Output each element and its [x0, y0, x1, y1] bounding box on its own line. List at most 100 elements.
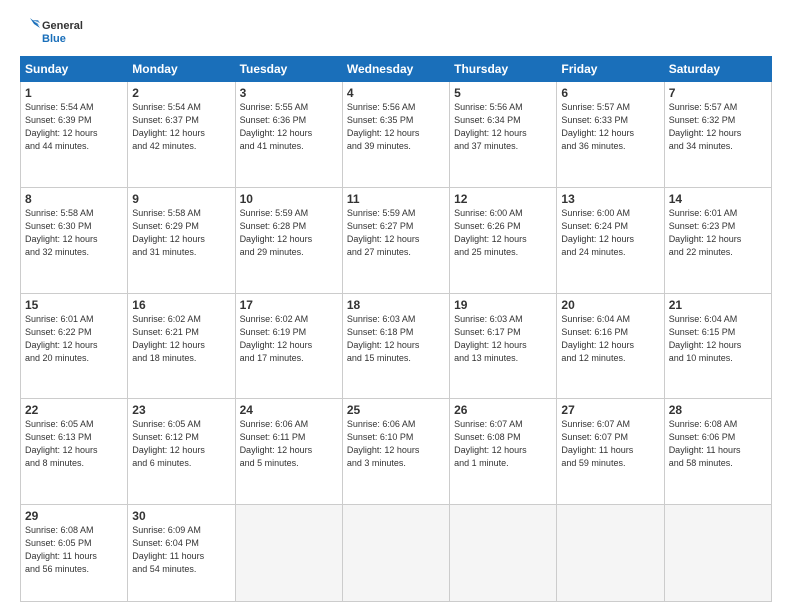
day-info: Sunrise: 5:58 AM Sunset: 6:30 PM Dayligh… — [25, 207, 123, 259]
logo: General Blue — [20, 18, 83, 48]
day-number: 2 — [132, 86, 230, 100]
day-info: Sunrise: 5:58 AM Sunset: 6:29 PM Dayligh… — [132, 207, 230, 259]
calendar-cell: 10Sunrise: 5:59 AM Sunset: 6:28 PM Dayli… — [235, 187, 342, 293]
day-info: Sunrise: 6:06 AM Sunset: 6:10 PM Dayligh… — [347, 418, 445, 470]
calendar-cell: 1Sunrise: 5:54 AM Sunset: 6:39 PM Daylig… — [21, 82, 128, 188]
day-info: Sunrise: 6:05 AM Sunset: 6:12 PM Dayligh… — [132, 418, 230, 470]
calendar-cell: 20Sunrise: 6:04 AM Sunset: 6:16 PM Dayli… — [557, 293, 664, 399]
day-info: Sunrise: 6:07 AM Sunset: 6:07 PM Dayligh… — [561, 418, 659, 470]
day-number: 12 — [454, 192, 552, 206]
calendar-cell — [557, 505, 664, 602]
day-info: Sunrise: 5:54 AM Sunset: 6:39 PM Dayligh… — [25, 101, 123, 153]
logo-text: General Blue — [42, 20, 83, 45]
day-number: 11 — [347, 192, 445, 206]
day-number: 6 — [561, 86, 659, 100]
calendar-cell: 27Sunrise: 6:07 AM Sunset: 6:07 PM Dayli… — [557, 399, 664, 505]
calendar-cell: 7Sunrise: 5:57 AM Sunset: 6:32 PM Daylig… — [664, 82, 771, 188]
calendar-cell: 2Sunrise: 5:54 AM Sunset: 6:37 PM Daylig… — [128, 82, 235, 188]
logo-general: General — [42, 20, 83, 33]
calendar-cell: 24Sunrise: 6:06 AM Sunset: 6:11 PM Dayli… — [235, 399, 342, 505]
day-number: 16 — [132, 298, 230, 312]
day-number: 30 — [132, 509, 230, 523]
day-info: Sunrise: 6:07 AM Sunset: 6:08 PM Dayligh… — [454, 418, 552, 470]
day-info: Sunrise: 5:54 AM Sunset: 6:37 PM Dayligh… — [132, 101, 230, 153]
calendar-cell: 9Sunrise: 5:58 AM Sunset: 6:29 PM Daylig… — [128, 187, 235, 293]
day-number: 10 — [240, 192, 338, 206]
weekday-wednesday: Wednesday — [342, 57, 449, 82]
day-number: 24 — [240, 403, 338, 417]
day-info: Sunrise: 6:02 AM Sunset: 6:19 PM Dayligh… — [240, 313, 338, 365]
weekday-header-row: SundayMondayTuesdayWednesdayThursdayFrid… — [21, 57, 772, 82]
logo-shape-icon — [20, 18, 40, 48]
calendar-cell — [450, 505, 557, 602]
day-info: Sunrise: 6:01 AM Sunset: 6:23 PM Dayligh… — [669, 207, 767, 259]
day-info: Sunrise: 5:59 AM Sunset: 6:28 PM Dayligh… — [240, 207, 338, 259]
calendar-cell: 14Sunrise: 6:01 AM Sunset: 6:23 PM Dayli… — [664, 187, 771, 293]
day-number: 22 — [25, 403, 123, 417]
day-info: Sunrise: 6:04 AM Sunset: 6:15 PM Dayligh… — [669, 313, 767, 365]
calendar-row-5: 29Sunrise: 6:08 AM Sunset: 6:05 PM Dayli… — [21, 505, 772, 602]
day-info: Sunrise: 6:04 AM Sunset: 6:16 PM Dayligh… — [561, 313, 659, 365]
day-info: Sunrise: 5:56 AM Sunset: 6:34 PM Dayligh… — [454, 101, 552, 153]
day-number: 20 — [561, 298, 659, 312]
logo-container: General Blue — [20, 18, 83, 48]
day-number: 4 — [347, 86, 445, 100]
day-number: 29 — [25, 509, 123, 523]
day-number: 9 — [132, 192, 230, 206]
calendar-cell: 12Sunrise: 6:00 AM Sunset: 6:26 PM Dayli… — [450, 187, 557, 293]
weekday-sunday: Sunday — [21, 57, 128, 82]
day-info: Sunrise: 6:05 AM Sunset: 6:13 PM Dayligh… — [25, 418, 123, 470]
day-info: Sunrise: 6:00 AM Sunset: 6:26 PM Dayligh… — [454, 207, 552, 259]
calendar-cell: 8Sunrise: 5:58 AM Sunset: 6:30 PM Daylig… — [21, 187, 128, 293]
calendar-cell: 4Sunrise: 5:56 AM Sunset: 6:35 PM Daylig… — [342, 82, 449, 188]
day-number: 7 — [669, 86, 767, 100]
day-number: 25 — [347, 403, 445, 417]
calendar-cell: 30Sunrise: 6:09 AM Sunset: 6:04 PM Dayli… — [128, 505, 235, 602]
day-info: Sunrise: 5:59 AM Sunset: 6:27 PM Dayligh… — [347, 207, 445, 259]
day-number: 14 — [669, 192, 767, 206]
day-info: Sunrise: 5:56 AM Sunset: 6:35 PM Dayligh… — [347, 101, 445, 153]
day-number: 3 — [240, 86, 338, 100]
calendar-row-3: 15Sunrise: 6:01 AM Sunset: 6:22 PM Dayli… — [21, 293, 772, 399]
calendar-cell: 18Sunrise: 6:03 AM Sunset: 6:18 PM Dayli… — [342, 293, 449, 399]
calendar-cell: 6Sunrise: 5:57 AM Sunset: 6:33 PM Daylig… — [557, 82, 664, 188]
calendar-cell — [664, 505, 771, 602]
day-number: 5 — [454, 86, 552, 100]
calendar-cell: 5Sunrise: 5:56 AM Sunset: 6:34 PM Daylig… — [450, 82, 557, 188]
calendar-cell — [235, 505, 342, 602]
day-info: Sunrise: 6:03 AM Sunset: 6:17 PM Dayligh… — [454, 313, 552, 365]
page: General Blue SundayMondayTuesdayWednesda… — [0, 0, 792, 612]
calendar-cell: 17Sunrise: 6:02 AM Sunset: 6:19 PM Dayli… — [235, 293, 342, 399]
calendar-row-2: 8Sunrise: 5:58 AM Sunset: 6:30 PM Daylig… — [21, 187, 772, 293]
calendar-cell: 28Sunrise: 6:08 AM Sunset: 6:06 PM Dayli… — [664, 399, 771, 505]
weekday-thursday: Thursday — [450, 57, 557, 82]
day-number: 19 — [454, 298, 552, 312]
day-number: 8 — [25, 192, 123, 206]
weekday-friday: Friday — [557, 57, 664, 82]
calendar-table: SundayMondayTuesdayWednesdayThursdayFrid… — [20, 56, 772, 602]
day-number: 28 — [669, 403, 767, 417]
day-info: Sunrise: 6:00 AM Sunset: 6:24 PM Dayligh… — [561, 207, 659, 259]
day-info: Sunrise: 6:03 AM Sunset: 6:18 PM Dayligh… — [347, 313, 445, 365]
day-number: 15 — [25, 298, 123, 312]
day-info: Sunrise: 5:57 AM Sunset: 6:33 PM Dayligh… — [561, 101, 659, 153]
calendar-cell: 13Sunrise: 6:00 AM Sunset: 6:24 PM Dayli… — [557, 187, 664, 293]
calendar-cell: 3Sunrise: 5:55 AM Sunset: 6:36 PM Daylig… — [235, 82, 342, 188]
day-number: 27 — [561, 403, 659, 417]
calendar-cell: 11Sunrise: 5:59 AM Sunset: 6:27 PM Dayli… — [342, 187, 449, 293]
day-info: Sunrise: 6:08 AM Sunset: 6:06 PM Dayligh… — [669, 418, 767, 470]
calendar-cell: 22Sunrise: 6:05 AM Sunset: 6:13 PM Dayli… — [21, 399, 128, 505]
day-number: 26 — [454, 403, 552, 417]
day-info: Sunrise: 5:57 AM Sunset: 6:32 PM Dayligh… — [669, 101, 767, 153]
calendar-cell — [342, 505, 449, 602]
logo-blue: Blue — [42, 33, 83, 46]
day-info: Sunrise: 6:02 AM Sunset: 6:21 PM Dayligh… — [132, 313, 230, 365]
day-info: Sunrise: 6:06 AM Sunset: 6:11 PM Dayligh… — [240, 418, 338, 470]
weekday-tuesday: Tuesday — [235, 57, 342, 82]
calendar-cell: 21Sunrise: 6:04 AM Sunset: 6:15 PM Dayli… — [664, 293, 771, 399]
calendar-cell: 25Sunrise: 6:06 AM Sunset: 6:10 PM Dayli… — [342, 399, 449, 505]
calendar-cell: 23Sunrise: 6:05 AM Sunset: 6:12 PM Dayli… — [128, 399, 235, 505]
calendar-cell: 16Sunrise: 6:02 AM Sunset: 6:21 PM Dayli… — [128, 293, 235, 399]
header: General Blue — [20, 18, 772, 48]
day-number: 17 — [240, 298, 338, 312]
